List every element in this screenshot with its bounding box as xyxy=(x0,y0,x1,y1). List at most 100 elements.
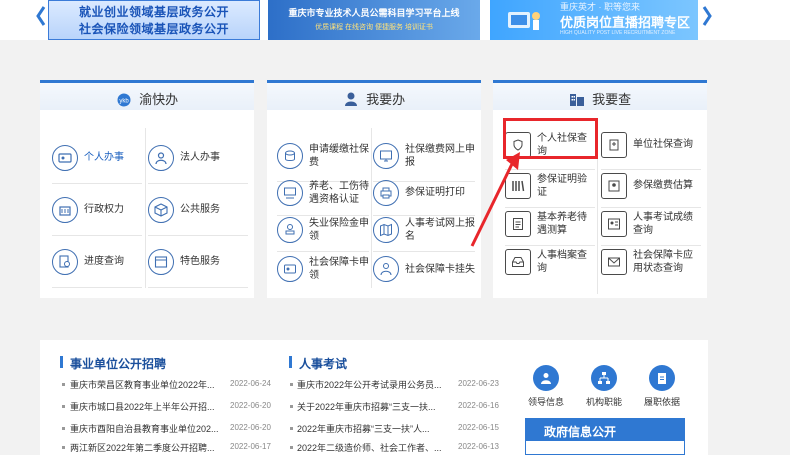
person-card-icon xyxy=(601,210,627,237)
leader-icon xyxy=(533,365,559,391)
tile-card-status-query[interactable]: 社会保障卡应用状态查询 xyxy=(601,240,701,284)
panel-i-want-to-do: 我要办 申请缓缴社保费 社保缴费网上申报 养老、工伤待遇资格认证 参保证明打印 … xyxy=(267,80,481,298)
carousel-prev-icon[interactable] xyxy=(36,6,46,26)
window-icon xyxy=(148,248,174,275)
panel-i-want-to-query-header: 我要查 xyxy=(493,80,707,110)
bullet xyxy=(290,405,293,408)
tile-label: 人事档案查询 xyxy=(537,250,587,274)
inbox-icon xyxy=(505,249,531,275)
tile-label: 参保证明验证 xyxy=(537,173,587,198)
yukuaiban-logo-icon: ykb xyxy=(117,93,131,106)
recruit-news-item[interactable]: 重庆市酉阳自治县教育事业单位202... xyxy=(70,422,219,435)
tile-label: 法人办事 xyxy=(180,152,220,163)
banner-1-line2: 社会保险领域基层政务公开 xyxy=(78,22,229,36)
tile-unit-ss-query[interactable]: 单位社保查询 xyxy=(601,120,701,170)
tile-label: 特色服务 xyxy=(180,256,220,267)
tile-label: 行政权力 xyxy=(84,204,124,215)
banner-1-line1: 就业创业领域基层政务公开 xyxy=(78,5,229,19)
recruit-news-item[interactable]: 重庆市城口县2022年上半年公开招... xyxy=(70,400,215,413)
banner-carousel: 就业创业领域基层政务公开 社会保险领域基层政务公开 重庆市专业技术人员公需科目学… xyxy=(0,0,790,40)
panel-i-want-to-query-title: 我要查 xyxy=(592,92,632,107)
tile-label: 基本养老待遇测算 xyxy=(537,211,587,236)
tile-admin-power[interactable]: 行政权力 xyxy=(52,184,142,236)
tile-label: 单位社保查询 xyxy=(633,139,693,150)
banner-2-subtitle: 优质课程 在线咨询 便捷服务 培训证书 xyxy=(315,24,433,31)
monitor-icon xyxy=(373,142,399,169)
person-icon xyxy=(344,92,357,106)
tile-label: 社会保障卡应用状态查询 xyxy=(633,250,693,274)
exam-news-item[interactable]: 关于2022年重庆市招募“三支一扶... xyxy=(297,400,436,413)
building-icon xyxy=(52,196,78,223)
banner-gov-affairs[interactable]: 就业创业领域基层政务公开 社会保险领域基层政务公开 xyxy=(48,0,260,40)
bullet xyxy=(290,383,293,386)
stamp-icon xyxy=(277,216,303,243)
tile-label: 参保证明打印 xyxy=(405,187,465,198)
gov-info-title: 政府信息公开 xyxy=(544,425,617,439)
quick-org-functions[interactable]: 机构职能 xyxy=(580,365,628,408)
building-doc-icon xyxy=(601,131,627,158)
clipboard-icon xyxy=(649,365,675,391)
gov-info-disclosure[interactable]: 政府信息公开 xyxy=(525,418,685,455)
panel-i-want-to-do-title: 我要办 xyxy=(366,92,406,107)
exam-news-item[interactable]: 2022年重庆市招募“三支一扶”人... xyxy=(297,422,430,435)
news-date: 2022-06-13 xyxy=(458,442,499,451)
tile-label: 失业保险金申领 xyxy=(309,217,369,242)
panel-i-want-to-do-header: 我要办 xyxy=(267,80,481,110)
banner-3-line2: 优质岗位直播招聘专区 xyxy=(560,15,691,30)
exam-section-title[interactable]: 人事考试 xyxy=(299,355,347,372)
tile-special-service[interactable]: 特色服务 xyxy=(148,236,248,288)
recruit-section-title[interactable]: 事业单位公开招聘 xyxy=(70,355,166,372)
person-doc-icon xyxy=(601,172,627,199)
quick-label: 履职依据 xyxy=(643,397,680,407)
tile-corporate-affairs[interactable]: 法人办事 xyxy=(148,132,248,184)
news-date: 2022-06-16 xyxy=(458,401,499,410)
quick-label: 机构职能 xyxy=(585,397,622,407)
banner-3-line3: HIGH QUALITY POST LIVE RECRUITMENT ZONE xyxy=(560,30,676,36)
tile-label: 申请缓缴社保费 xyxy=(309,143,369,168)
news-date: 2022-06-20 xyxy=(230,401,271,410)
recruit-news-item[interactable]: 重庆市荣昌区教育事业单位2022年... xyxy=(70,378,215,391)
tile-label: 养老、工伤待遇资格认证 xyxy=(309,180,369,205)
printer-icon xyxy=(373,179,399,206)
tile-personal-affairs[interactable]: 个人办事 xyxy=(52,132,142,184)
quick-leader-info[interactable]: 领导信息 xyxy=(522,365,570,408)
tile-public-service[interactable]: 公共服务 xyxy=(148,184,248,236)
bullet xyxy=(62,405,65,408)
banner-live-recruitment[interactable]: 重庆英才 · 职等您来 优质岗位直播招聘专区 HIGH QUALITY POST… xyxy=(490,0,698,40)
section-marker xyxy=(60,356,63,368)
id-card-icon xyxy=(52,144,78,171)
tile-label: 社会保障卡挂失 xyxy=(405,263,475,275)
search-doc-icon xyxy=(52,248,78,275)
recruitment-illustration-icon xyxy=(508,12,540,30)
person-icon xyxy=(148,144,174,171)
svg-text:ykb: ykb xyxy=(119,98,129,104)
banner-2-title: 重庆市专业技术人员公需科目学习平台上线 xyxy=(288,8,460,18)
exam-news-item[interactable]: 2022年二级造价师、社会工作者、... xyxy=(297,441,442,454)
banner-learning-platform[interactable]: 重庆市专业技术人员公需科目学习平台上线 优质课程 在线咨询 便捷服务 培训证书 xyxy=(268,0,480,40)
tile-card-loss[interactable]: 社会保障卡挂失 xyxy=(373,246,475,292)
tile-label: 进度查询 xyxy=(84,256,124,267)
panel-yukuaiban: ykb 渝快办 个人办事 法人办事 行政权力 公共服务 进度查询 特色服务 xyxy=(40,80,254,298)
tile-label: 个人办事 xyxy=(84,152,124,163)
tile-label: 参保缴费估算 xyxy=(633,180,693,191)
news-date: 2022-06-15 xyxy=(458,423,499,432)
tile-card-apply[interactable]: 社会保障卡申领 xyxy=(277,246,369,292)
org-chart-icon xyxy=(591,365,617,391)
tile-label: 社会保障卡申领 xyxy=(309,257,369,281)
quick-duty-basis[interactable]: 履职依据 xyxy=(638,365,686,408)
tile-label: 人事考试成绩查询 xyxy=(633,211,693,236)
bullet xyxy=(62,427,65,430)
news-date: 2022-06-17 xyxy=(230,442,271,451)
news-date: 2022-06-20 xyxy=(230,423,271,432)
tile-label: 社保缴费网上申报 xyxy=(405,143,475,168)
recruit-news-item[interactable]: 两江新区2022年第二季度公开招聘... xyxy=(70,441,215,454)
bullet xyxy=(62,383,65,386)
tile-label: 人事考试网上报名 xyxy=(405,217,475,242)
divider xyxy=(371,128,372,288)
tile-label: 公共服务 xyxy=(180,204,220,215)
carousel-next-icon[interactable] xyxy=(702,6,712,26)
coins-icon xyxy=(277,142,303,169)
tile-progress-query[interactable]: 进度查询 xyxy=(52,236,142,288)
cube-icon xyxy=(148,196,174,223)
exam-news-item[interactable]: 重庆市2022年公开考试录用公务员... xyxy=(297,378,442,391)
